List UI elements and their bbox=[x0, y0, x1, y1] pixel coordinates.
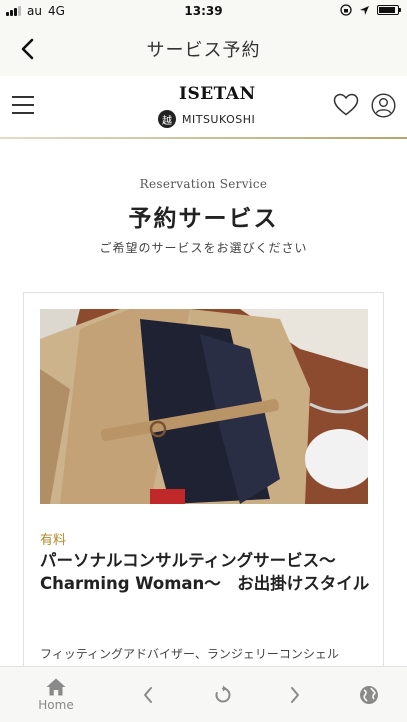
nav-bar: サービス予約 bbox=[0, 22, 407, 76]
bottom-toolbar: Home bbox=[0, 666, 407, 722]
logo-isetan: ISETAN bbox=[179, 84, 256, 104]
service-card-description: フィッティングアドバイザー、ランジェリーコンシェル bbox=[40, 647, 339, 661]
globe-icon bbox=[360, 686, 378, 704]
home-label: Home bbox=[38, 698, 74, 712]
location-icon bbox=[360, 5, 369, 15]
main-content[interactable]: Reservation Service 予約サービス ご希望のサービスをお選びく… bbox=[0, 139, 407, 666]
globe-button[interactable] bbox=[355, 667, 383, 722]
section-title: 予約サービス bbox=[128, 206, 279, 232]
battery-level bbox=[379, 7, 396, 13]
hamburger-menu-icon[interactable] bbox=[12, 96, 34, 114]
service-card-image[interactable] bbox=[40, 309, 368, 504]
chevron-left-icon bbox=[144, 687, 152, 703]
coat-photo bbox=[40, 309, 368, 504]
logo-mitsukoshi: MITSUKOSHI bbox=[182, 113, 256, 126]
chevron-right-icon bbox=[291, 687, 299, 703]
service-card-title[interactable]: パーソナルコンサルティングサービス〜Charming Woman〜 お出掛けスタ… bbox=[40, 549, 370, 595]
reload-button[interactable] bbox=[208, 667, 238, 722]
status-right bbox=[340, 4, 401, 16]
reload-icon bbox=[215, 685, 231, 703]
site-logo[interactable]: ISETAN 越 MITSUKOSHI bbox=[150, 84, 260, 132]
home-button[interactable]: Home bbox=[28, 667, 84, 722]
price-badge: 有料 bbox=[40, 533, 67, 548]
battery-icon bbox=[377, 5, 401, 15]
account-button[interactable] bbox=[371, 93, 396, 118]
service-card[interactable]: 有料 パーソナルコンサルティングサービス〜Charming Woman〜 お出掛… bbox=[23, 292, 384, 666]
section-subtitle: ご希望のサービスをお選びください bbox=[99, 241, 308, 255]
status-bar: au 4G 13:39 bbox=[0, 0, 407, 22]
heart-icon bbox=[333, 93, 359, 116]
orientation-lock-icon bbox=[340, 4, 352, 16]
browser-back-button[interactable] bbox=[134, 667, 162, 722]
browser-forward-button[interactable] bbox=[281, 667, 309, 722]
section-title-en: Reservation Service bbox=[139, 177, 268, 191]
mitsukoshi-mark-icon: 越 bbox=[158, 110, 176, 128]
favorites-button[interactable] bbox=[333, 93, 359, 117]
page-title: サービス予約 bbox=[146, 40, 261, 61]
site-header: ISETAN 越 MITSUKOSHI bbox=[0, 76, 407, 138]
home-icon bbox=[46, 678, 66, 696]
user-icon bbox=[371, 93, 396, 118]
